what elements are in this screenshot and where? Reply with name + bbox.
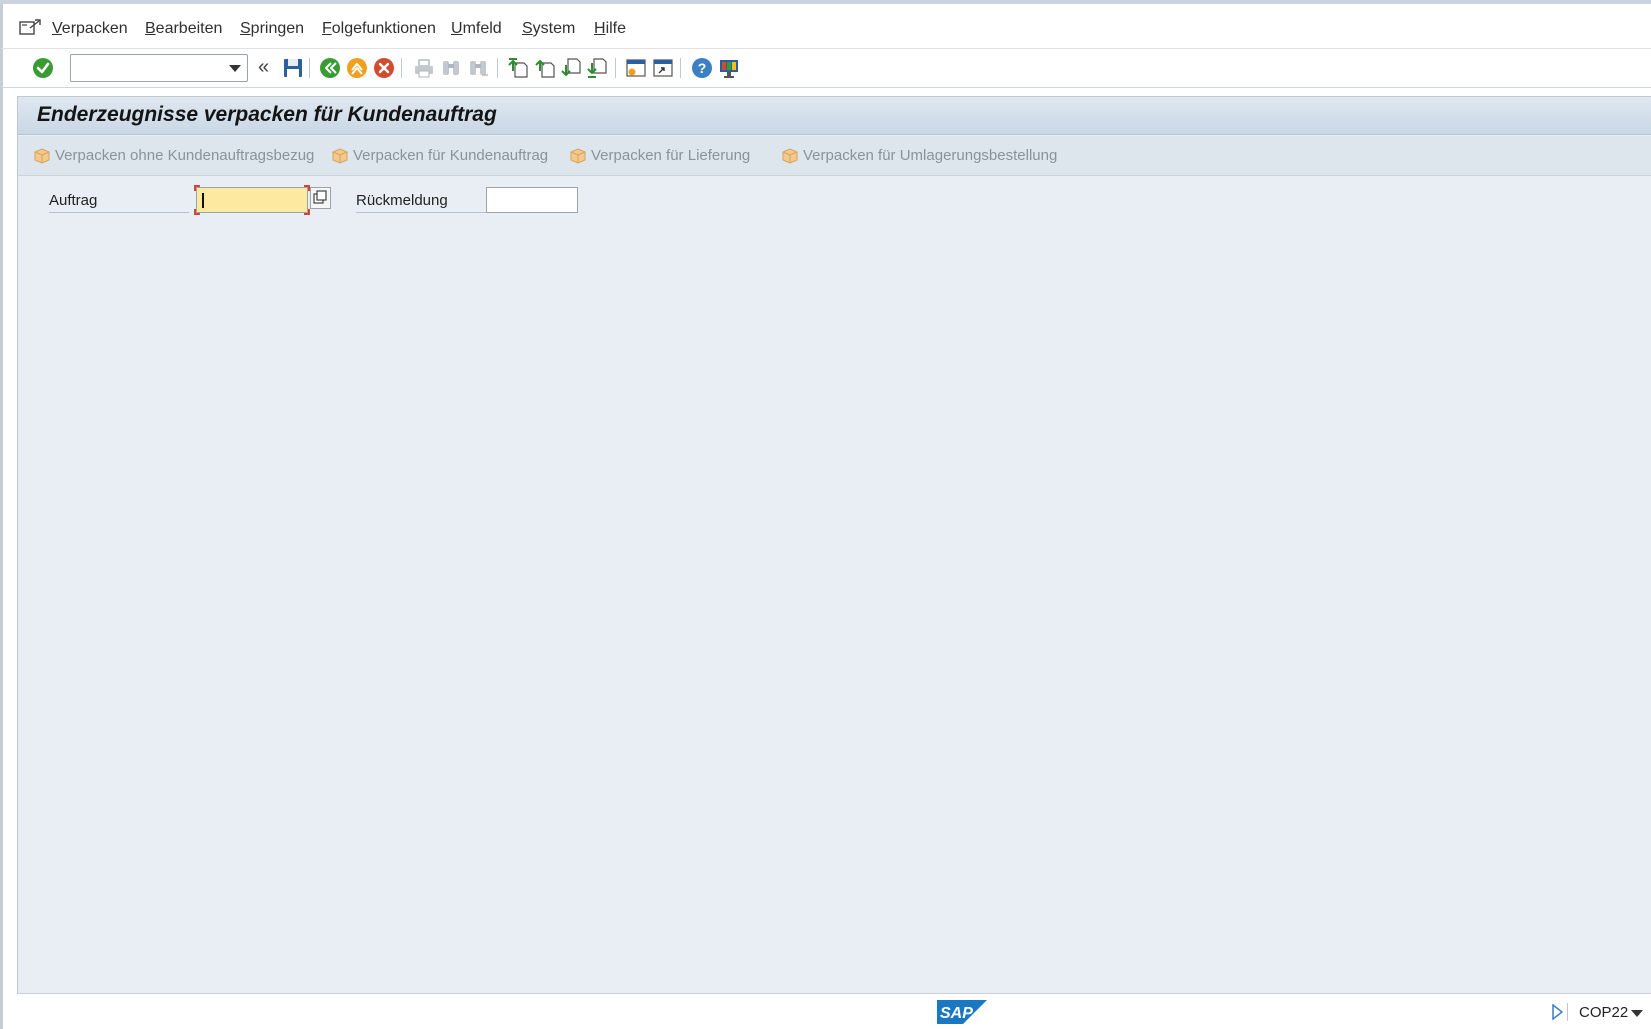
menu-mnemonic: S [522, 20, 533, 37]
status-bar: SAP COP22 [0, 994, 1651, 1029]
menu-mnemonic: S [240, 20, 251, 37]
last-page-icon[interactable] [584, 55, 610, 81]
status-separator [1567, 1003, 1568, 1021]
previous-page-icon[interactable] [532, 55, 558, 81]
menu-springen[interactable]: Springen [240, 20, 304, 38]
window-left-border [0, 88, 3, 1029]
focus-marker [194, 209, 200, 215]
focus-marker [304, 209, 310, 215]
command-field[interactable] [70, 54, 248, 82]
menu-folgefunktionen[interactable]: Folgefunktionen [322, 20, 436, 38]
rueckmeldung-input[interactable] [486, 187, 578, 213]
toolbar-separator [497, 58, 498, 78]
verpacken-fuer-umlagerungsbestellung-button[interactable]: Verpacken für Umlagerungsbestellung [781, 146, 1057, 164]
create-session-icon[interactable] [623, 55, 649, 81]
value-help-icon[interactable] [310, 187, 331, 209]
screen-title-bar: Enderzeugnisse verpacken für Kundenauftr… [18, 97, 1651, 135]
menu-label: erpacken [61, 20, 128, 37]
application-toolbar: Verpacken ohne Kundenauftragsbezug Verpa… [18, 136, 1651, 176]
toolbar-separator [309, 58, 310, 78]
auftrag-input[interactable] [196, 187, 308, 213]
sap-logo-text: SAP [940, 1005, 973, 1022]
verpacken-fuer-kundenauftrag-button[interactable]: Verpacken für Kundenauftrag [331, 146, 548, 164]
menu-mnemonic: F [322, 20, 332, 37]
customize-layout-icon[interactable] [716, 55, 742, 81]
menu-bar: Verpacken Bearbeiten Springen Folgefunkt… [0, 4, 1651, 48]
chevron-down-icon[interactable] [1631, 1010, 1643, 1017]
play-icon[interactable] [1551, 1003, 1564, 1024]
menu-mnemonic: H [594, 20, 606, 37]
menu-label: ilfe [605, 20, 627, 37]
package-icon [570, 148, 586, 164]
menu-label: pringen [250, 20, 305, 37]
menu-label: olgefunktionen [331, 20, 436, 37]
svg-text:?: ? [698, 60, 707, 76]
menu-mnemonic: B [145, 20, 156, 37]
button-label: Verpacken für Lieferung [591, 146, 751, 164]
chevron-down-icon[interactable] [229, 65, 241, 72]
menu-umfeld[interactable]: Umfeld [451, 20, 502, 38]
package-icon [332, 148, 348, 164]
menu-system[interactable]: System [522, 20, 575, 38]
create-shortcut-icon[interactable] [650, 55, 676, 81]
button-label: Verpacken für Umlagerungsbestellung [803, 146, 1058, 164]
help-icon[interactable]: ? [689, 55, 715, 81]
collapse-command-field-icon[interactable]: « [258, 57, 269, 77]
text-cursor [202, 193, 204, 208]
first-page-icon[interactable] [505, 55, 531, 81]
menu-mnemonic: U [451, 20, 463, 37]
cancel-icon[interactable] [371, 55, 397, 81]
package-icon [782, 148, 798, 164]
menu-mnemonic: V [52, 20, 62, 37]
exit-icon[interactable] [344, 55, 370, 81]
button-label: Verpacken ohne Kundenauftragsbezug [55, 146, 315, 164]
sap-logo: SAP [937, 1000, 987, 1024]
verpacken-ohne-kundenauftragsbezug-button[interactable]: Verpacken ohne Kundenauftragsbezug [33, 146, 314, 164]
save-icon[interactable] [280, 55, 306, 81]
system-menu-icon[interactable] [19, 19, 41, 37]
find-next-icon[interactable] [465, 55, 491, 81]
standard-toolbar: « ? [0, 48, 1651, 88]
screen-title: Enderzeugnisse verpacken für Kundenauftr… [37, 103, 497, 126]
menu-hilfe[interactable]: Hilfe [594, 20, 626, 38]
back-icon[interactable] [317, 55, 343, 81]
menu-label: mfeld [462, 20, 502, 37]
transaction-code: COP22 [1579, 1004, 1629, 1021]
menu-label: earbeiten [155, 20, 223, 37]
package-icon [34, 148, 50, 164]
menu-label: ystem [532, 20, 576, 37]
toolbar-separator [401, 58, 402, 78]
toolbar-separator [680, 58, 681, 78]
button-label: Verpacken für Kundenauftrag [353, 146, 549, 164]
find-icon[interactable] [438, 55, 464, 81]
menu-bearbeiten[interactable]: Bearbeiten [145, 20, 222, 38]
auftrag-label: Auftrag [49, 189, 189, 213]
rueckmeldung-label: Rückmeldung [356, 189, 486, 213]
print-icon[interactable] [411, 55, 437, 81]
focus-marker [194, 185, 200, 191]
menu-verpacken[interactable]: Verpacken [52, 20, 128, 38]
verpacken-fuer-lieferung-button[interactable]: Verpacken für Lieferung [569, 146, 750, 164]
toolbar-separator [615, 58, 616, 78]
screen-area: Enderzeugnisse verpacken für Kundenauftr… [17, 96, 1651, 994]
next-page-icon[interactable] [558, 55, 584, 81]
enter-icon[interactable] [30, 55, 56, 81]
